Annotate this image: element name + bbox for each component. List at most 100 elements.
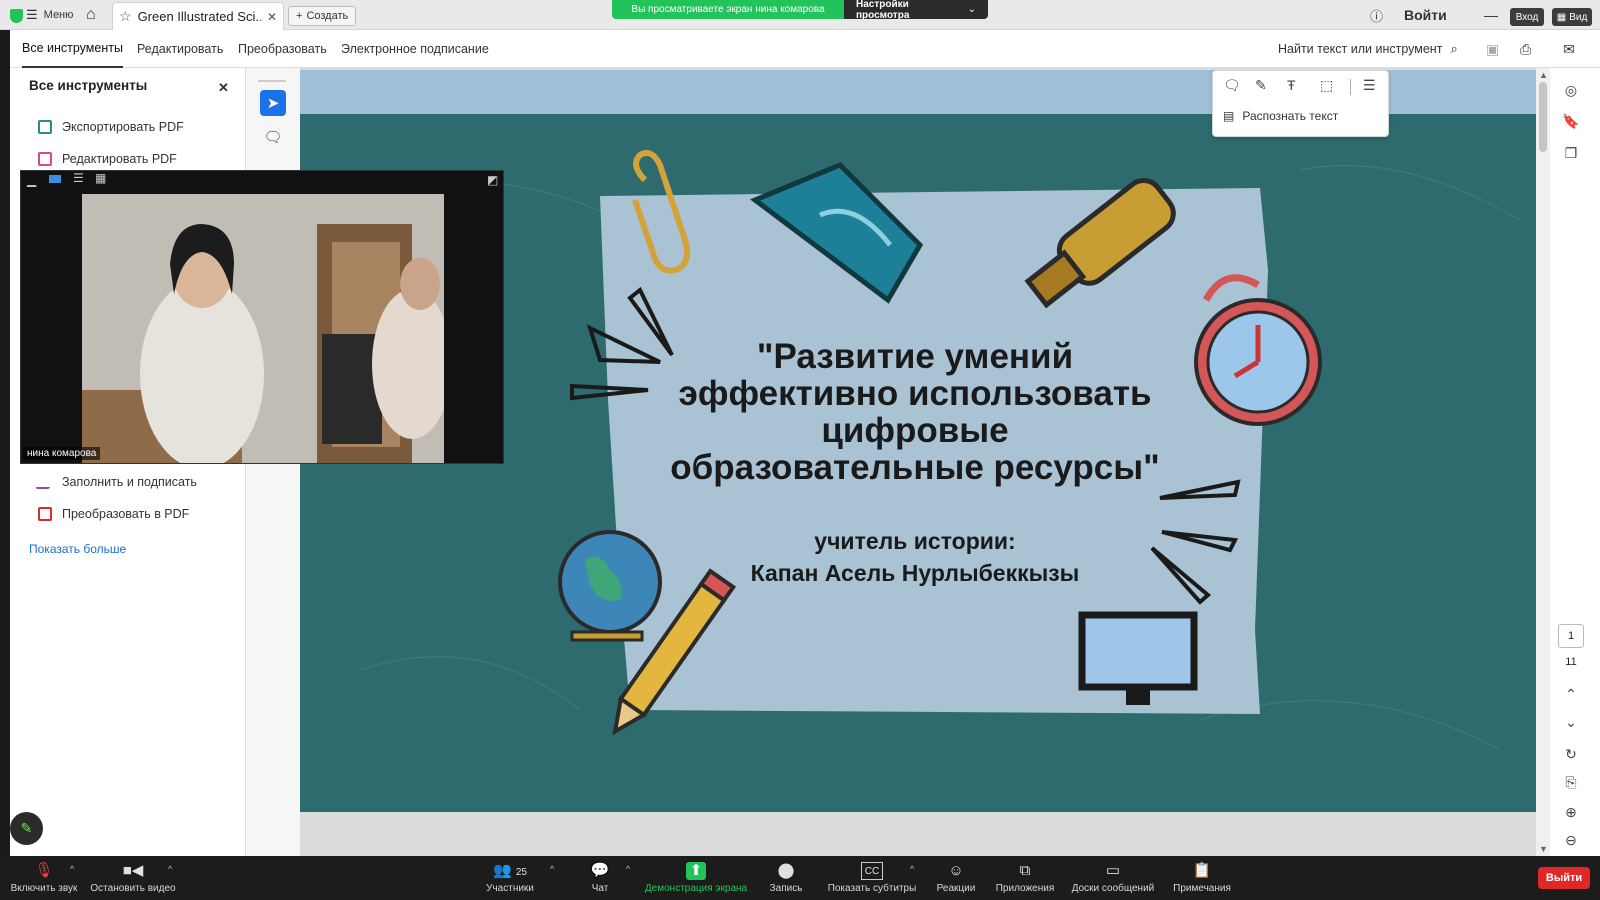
reactions-icon: ☺ xyxy=(948,862,964,879)
scroll-thumb[interactable] xyxy=(1539,82,1547,152)
video-minimize-icon[interactable]: ▁ xyxy=(27,173,36,187)
select-icon[interactable]: ➤ xyxy=(260,90,286,116)
minimize-icon[interactable]: — xyxy=(1484,0,1498,30)
extract-page-icon[interactable]: ⎘ xyxy=(1561,772,1581,792)
rotate-icon[interactable]: ↻ xyxy=(1561,744,1581,764)
menu-bar: Все инструменты Редактировать Преобразов… xyxy=(10,30,1600,68)
ai-assistant-icon[interactable]: ◎ xyxy=(1561,80,1581,100)
show-more-link[interactable]: Показать больше xyxy=(29,542,126,556)
record-button[interactable]: ⬤ Запись xyxy=(766,856,806,900)
page-up-icon[interactable]: ⌃ xyxy=(1561,684,1581,704)
login-button[interactable]: Вход xyxy=(1510,8,1544,26)
scroll-up-icon[interactable]: ▲ xyxy=(1539,70,1548,80)
tool-create-pdf[interactable]: Преобразовать в PDF xyxy=(38,504,189,524)
tool-label: Экспортировать PDF xyxy=(62,120,184,134)
menu-convert[interactable]: Преобразовать xyxy=(238,30,327,68)
gallery-view-icon[interactable]: ▦ xyxy=(95,171,106,185)
meeting-controls: 🎙 Включить звук ^ ■◀ Остановить видео ^ … xyxy=(0,856,1600,900)
menu-all-tools[interactable]: Все инструменты xyxy=(22,30,123,68)
control-label: Примечания xyxy=(1173,883,1231,894)
help-icon[interactable]: ⓘ xyxy=(1370,0,1383,30)
pen-fab-button[interactable]: ✎ xyxy=(10,812,43,845)
star-icon[interactable]: ☆ xyxy=(119,8,132,25)
speaker-view-icon[interactable] xyxy=(49,175,61,183)
view-button[interactable]: ▦ Вид xyxy=(1552,8,1592,26)
notes-button[interactable]: 📋 Примечания xyxy=(1170,856,1234,900)
vertical-scrollbar[interactable]: ▲ ▼ xyxy=(1536,68,1550,856)
mail-icon[interactable]: ✉ xyxy=(1563,30,1575,68)
chat-caret[interactable]: ^ xyxy=(626,864,630,874)
select-area-icon[interactable]: ⬚ xyxy=(1320,77,1333,94)
ocr-label: Распознать текст xyxy=(1242,109,1339,123)
app-tab-bar: ☰ Меню ⌂ ☆ Green Illustrated Sci... ✕ + … xyxy=(0,0,1600,30)
captions-button[interactable]: CC Показать субтитры xyxy=(822,856,922,900)
video-feed-art xyxy=(82,194,444,463)
audio-options-caret[interactable]: ^ xyxy=(70,864,74,874)
close-panel-icon[interactable]: ✕ xyxy=(218,80,229,96)
new-tab-label: Создать xyxy=(306,10,349,22)
tool-edit-pdf[interactable]: Редактировать PDF xyxy=(38,149,177,169)
pages-icon[interactable]: ❐ xyxy=(1561,143,1581,163)
print-icon[interactable]: ⎙ xyxy=(1520,30,1531,68)
strip-view-icon[interactable]: ☰ xyxy=(73,171,84,185)
close-icon[interactable]: ✕ xyxy=(267,10,277,24)
zoom-in-icon[interactable]: ⊕ xyxy=(1561,802,1581,822)
teacher-role: учитель истории: xyxy=(814,528,1016,554)
current-page-field[interactable]: 1 xyxy=(1558,624,1584,648)
participants-icon: 👥 25 xyxy=(493,862,527,879)
title-line: эффективно использовать xyxy=(678,374,1152,413)
participants-button[interactable]: 👥 25 Участники xyxy=(478,856,542,900)
stop-video-button[interactable]: ■◀ Остановить видео xyxy=(88,856,178,900)
comment-icon[interactable]: 🗨 xyxy=(260,124,286,150)
tool-label: Преобразовать в PDF xyxy=(62,507,190,521)
leave-button[interactable]: Выйти xyxy=(1538,867,1590,889)
view-settings-button[interactable]: Настройки просмотра ⌄ xyxy=(844,0,988,21)
bookmark-icon[interactable]: 🔖 xyxy=(1561,111,1581,131)
comment-tool-icon[interactable]: 🗨 xyxy=(1223,77,1241,94)
ai-tool-icon[interactable]: ☰ xyxy=(1363,77,1376,94)
control-label: Доски сообщений xyxy=(1071,883,1155,894)
strip-handle xyxy=(258,80,286,82)
save-icon[interactable]: ▣ xyxy=(1486,30,1499,68)
captions-caret[interactable]: ^ xyxy=(910,864,914,874)
signin-button[interactable]: Войти xyxy=(1404,0,1447,30)
zoom-out-icon[interactable]: ⊖ xyxy=(1561,830,1581,850)
tab-document[interactable]: ☆ Green Illustrated Sci... ✕ xyxy=(112,2,284,30)
plus-icon: + xyxy=(296,10,303,22)
mic-muted-icon: 🎙 xyxy=(34,862,54,879)
strikethrough-icon[interactable]: Ŧ xyxy=(1287,77,1296,93)
participants-caret[interactable]: ^ xyxy=(550,864,554,874)
control-label: Чат xyxy=(591,883,609,894)
tool-fill-sign[interactable]: Заполнить и подписать xyxy=(35,472,197,492)
tool-search[interactable]: Найти текст или инструмент ⌕ xyxy=(1278,30,1458,68)
menu-esign[interactable]: Электронное подписание xyxy=(341,30,489,68)
home-icon[interactable]: ⌂ xyxy=(86,0,96,30)
toolbar-divider xyxy=(1350,79,1351,95)
participant-video xyxy=(82,194,444,463)
reactions-button[interactable]: ☺ Реакции xyxy=(934,856,978,900)
tool-export-pdf[interactable]: Экспортировать PDF xyxy=(38,117,184,137)
share-screen-button[interactable]: ⬆ Демонстрация экрана xyxy=(640,856,752,900)
video-overlay[interactable]: ▁ ☰ ▦ ◩ нина комарова xyxy=(20,170,504,464)
whiteboards-button[interactable]: ▭ Доски сообщений xyxy=(1068,856,1158,900)
scroll-down-icon[interactable]: ▼ xyxy=(1539,844,1548,854)
ocr-button[interactable]: ▤ Распознать текст xyxy=(1223,109,1338,123)
menu-button[interactable]: ☰ Меню xyxy=(26,0,73,30)
page-down-icon[interactable]: ⌄ xyxy=(1561,712,1581,732)
chat-button[interactable]: 💬 Чат xyxy=(584,856,616,900)
menu-edit[interactable]: Редактировать xyxy=(137,30,223,68)
viewing-notice: Вы просматриваете экран нина комарова xyxy=(612,0,844,19)
notes-icon: 📋 xyxy=(1192,862,1212,879)
title-line: "Развитие умений xyxy=(756,337,1074,376)
quick-actions-toolbar: 🗨 ✎ Ŧ ⬚ ☰ ▤ Распознать текст xyxy=(1212,70,1389,137)
slide-title: "Развитие умений эффективно использовать… xyxy=(610,338,1220,486)
new-tab-button[interactable]: + Создать xyxy=(288,6,357,26)
unmute-button[interactable]: 🎙 Включить звук xyxy=(8,856,80,900)
title-line: образовательные ресурсы" xyxy=(670,448,1160,487)
video-options-caret[interactable]: ^ xyxy=(168,864,172,874)
apps-button[interactable]: ⧉ Приложения xyxy=(992,856,1058,900)
video-popout-icon[interactable]: ◩ xyxy=(487,173,498,187)
pen-tool-icon[interactable]: ✎ xyxy=(1255,77,1267,94)
tool-label: Заполнить и подписать xyxy=(62,475,197,489)
control-label: Демонстрация экрана xyxy=(644,883,748,894)
